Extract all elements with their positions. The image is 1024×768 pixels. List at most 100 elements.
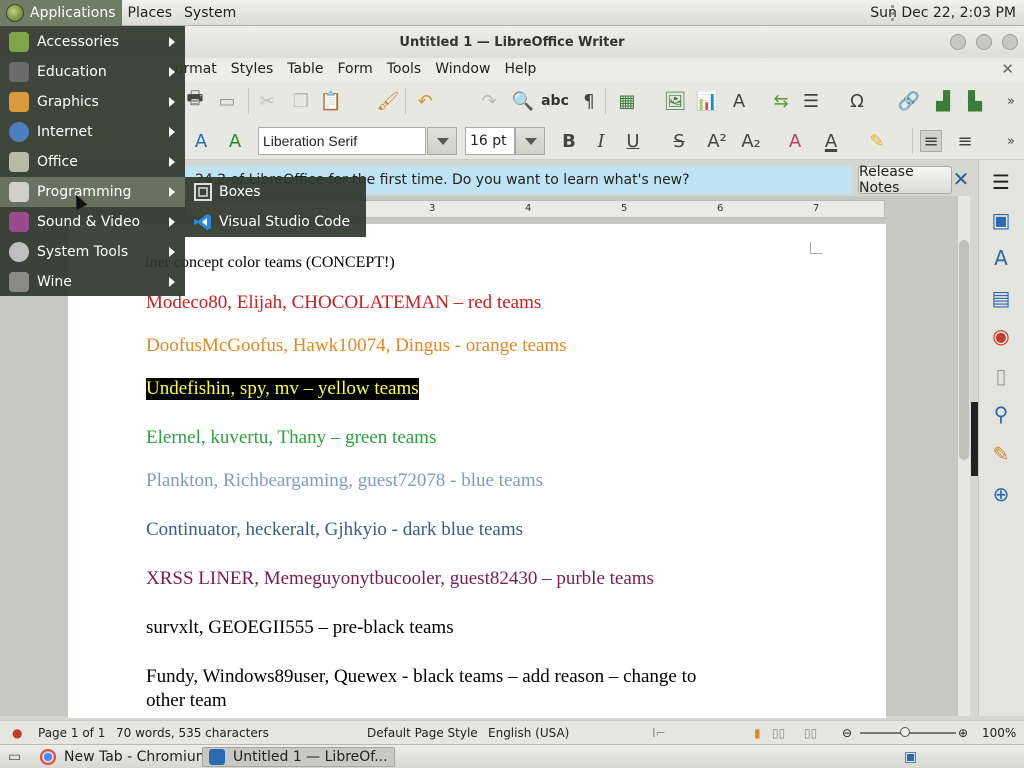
style-inspector-icon[interactable]: ⚲ [989,402,1013,426]
multi-page-view-icon[interactable]: ▯▯ [772,726,785,740]
insert-mode-icon[interactable]: I⌐ [652,726,666,740]
insert-textbox-icon[interactable]: A [728,90,750,112]
font-size-input[interactable]: 16 pt [465,127,515,155]
align-center-icon[interactable]: ≡ [954,130,976,152]
font-size-dropdown-button[interactable] [515,127,545,155]
toolbar-overflow-icon[interactable]: » [1000,90,1022,112]
align-left-icon[interactable]: ≡ [920,130,942,152]
print-preview-icon[interactable]: ▭ [216,90,238,112]
insert-table-icon[interactable]: ▦ [616,90,638,112]
clear-formatting-icon[interactable]: A [784,130,806,152]
apps-item-office[interactable]: Office [0,147,185,177]
page-count[interactable]: Page 1 of 1 [38,726,105,740]
font-color-icon[interactable]: A [820,130,842,152]
page-icon[interactable]: ▯ [989,364,1013,388]
gallery-icon[interactable]: ▤ [989,286,1013,310]
document-modified-icon[interactable]: ● [12,726,22,740]
word-count[interactable]: 70 words, 535 characters [116,726,269,740]
doc-line-1[interactable]: Modeco80, Elijah, CHOCOLATEMAN – red tea… [146,292,541,314]
single-page-view-icon[interactable]: ▮ [754,726,761,740]
formatting-marks-icon[interactable]: ¶ [578,90,600,112]
close-document-icon[interactable]: ✕ [1001,60,1014,78]
insert-field-icon[interactable]: ☰ [800,90,822,112]
font-name-dropdown-button[interactable] [427,127,457,155]
infobar-close-icon[interactable]: ✕ [952,166,970,192]
menu-window[interactable]: Window [435,61,490,77]
book-view-icon[interactable]: ▯▯ [804,726,817,740]
page-style[interactable]: Default Page Style [367,726,478,740]
close-window-button[interactable] [1002,34,1018,50]
spelling-icon[interactable]: abc [541,90,569,112]
font-name-input[interactable]: Liberation Serif [258,127,426,155]
clock[interactable]: Sun Dec 22, 2:03 PM [870,0,1016,26]
taskbar-item-writer[interactable]: Untitled 1 — LibreOf... [202,747,395,767]
apps-item-programming[interactable]: Programming [0,177,185,207]
scrollbar-thumb[interactable] [959,240,969,460]
apps-item-internet[interactable]: Internet [0,117,185,147]
clone-formatting-icon[interactable]: 🖌 [377,90,400,112]
strikethrough-icon[interactable]: S [668,130,690,152]
print-icon[interactable]: 🖶 [184,88,206,112]
insert-page-break-icon[interactable]: ⇆ [770,90,792,112]
insert-endnote-icon[interactable]: ▙ [964,90,986,112]
submenu-item-boxes[interactable]: Boxes [185,177,366,207]
doc-line-3[interactable]: Undefishin, spy, mv – yellow teams [146,378,419,400]
redo-icon[interactable]: ↷ [478,90,500,112]
zoom-in-icon[interactable]: ⊕ [958,726,968,740]
applications-menu-button[interactable]: Applications [0,0,122,26]
design-icon[interactable]: ⊕ [989,482,1013,506]
styles-icon[interactable]: A [989,246,1013,270]
apps-item-sound-video[interactable]: Sound & Video [0,207,185,237]
maximize-button[interactable] [976,34,992,50]
menu-table[interactable]: Table [287,61,323,77]
paste-icon[interactable]: 📋 [320,90,342,112]
apps-item-wine[interactable]: Wine [0,267,185,297]
properties-icon[interactable]: ▣ [989,208,1013,232]
zoom-level[interactable]: 100% [982,726,1016,740]
language[interactable]: English (USA) [488,726,569,740]
system-menu-button[interactable]: System [178,0,242,26]
places-menu-button[interactable]: Places [122,0,179,26]
doc-line-5[interactable]: Plankton, Richbeargaming, guest72078 - b… [146,470,543,492]
menu-form[interactable]: Form [337,61,372,77]
highlight-color-icon[interactable]: ✎ [866,130,888,152]
doc-line-7[interactable]: XRSS LINER, Memeguyonytbucooler, guest82… [146,568,654,590]
subscript-icon[interactable]: A₂ [740,130,762,152]
manage-changes-icon[interactable]: ✎ [989,442,1013,466]
zoom-out-icon[interactable]: ⊖ [842,726,852,740]
new-style-icon[interactable]: A [224,130,246,152]
toolbar-overflow-icon[interactable]: » [1000,130,1022,152]
apps-item-system-tools[interactable]: System Tools [0,237,185,267]
submenu-item-vscode[interactable]: Visual Studio Code [185,207,366,237]
apps-item-accessories[interactable]: Accessories [0,27,185,57]
copy-icon[interactable]: ❐ [290,90,312,112]
undo-icon[interactable]: ↶ [414,90,436,112]
update-style-icon[interactable]: A [190,130,212,152]
insert-hyperlink-icon[interactable]: 🔗 [898,90,920,112]
workspace-switcher-icon[interactable]: ▣ [898,747,923,767]
menu-styles[interactable]: Styles [231,61,273,77]
menu-help[interactable]: Help [504,61,536,77]
underline-icon[interactable]: U [622,130,644,152]
taskbar-item-chromium[interactable]: New Tab - Chromium [34,747,215,767]
insert-chart-icon[interactable]: 📊 [696,90,718,112]
zoom-slider-knob[interactable] [900,727,910,737]
menu-tools[interactable]: Tools [387,61,422,77]
insert-footnote-icon[interactable]: ▟ [932,90,954,112]
doc-line-9[interactable]: Fundy, Windows89user, Quewex - black tea… [146,666,696,688]
doc-line-6[interactable]: Continuator, heckeralt, Gjhkyio - dark b… [146,519,523,541]
doc-line-4[interactable]: Elernel, kuvertu, Thany – green teams [146,427,436,449]
bold-icon[interactable]: B [558,130,580,152]
sidebar-collapse-handle[interactable] [971,402,978,476]
minimize-button[interactable] [950,34,966,50]
release-notes-button[interactable]: Release Notes [858,164,952,196]
insert-image-icon[interactable]: 🖼 [664,90,687,112]
show-desktop-icon[interactable]: ▭ [2,747,27,767]
doc-line-10[interactable]: other team [146,690,227,712]
sidebar-menu-icon[interactable]: ☰ [989,170,1013,194]
cut-icon[interactable]: ✂ [256,90,278,112]
find-replace-icon[interactable]: 🔍 [512,90,534,112]
apps-item-education[interactable]: Education [0,57,185,87]
doc-line-2[interactable]: DoofusMcGoofus, Hawk10074, Dingus - oran… [146,335,567,357]
doc-line-8[interactable]: survxlt, GEOEGII555 – pre-black teams [146,617,454,639]
